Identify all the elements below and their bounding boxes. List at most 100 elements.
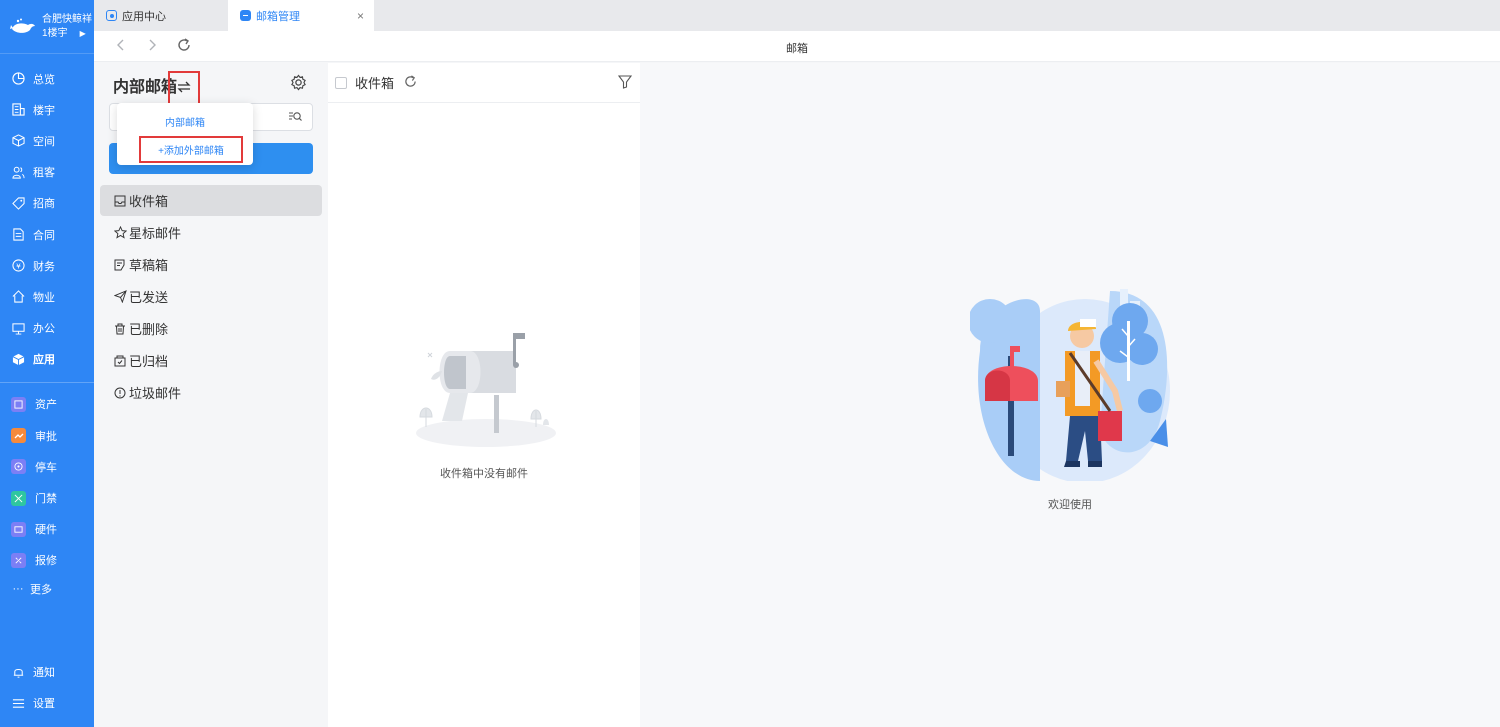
folder-inbox[interactable]: 收件箱 [100,185,322,216]
nav-item-finance[interactable]: ¥ 财务 [0,250,94,281]
nav-item-label: 招商 [33,198,55,211]
switch-mailbox-button[interactable] [168,71,200,106]
trash-icon [113,322,127,336]
bell-icon [11,665,25,679]
folder-label: 已删除 [129,322,169,337]
nav-item-label: 应用 [33,354,55,367]
nav-item-office[interactable]: 办公 [0,313,94,344]
more-icon: ··· [12,583,24,595]
nav-app-label: 资产 [35,399,57,412]
folder-label: 已归档 [129,354,169,369]
mailman-illustration [968,281,1175,484]
brand-building: 1楼宇 [42,27,68,39]
folder-label: 已发送 [129,290,169,305]
nav-item-notify[interactable]: 通知 [0,657,94,688]
menu-icon [11,696,25,710]
swap-icon [177,81,191,96]
dashboard-icon [11,72,25,86]
nav-item-label: 合同 [33,229,55,242]
nav-app-parking[interactable]: 停车 [0,451,94,482]
brand[interactable]: 合肥快鲸祥 1楼宇 ▶ [0,0,94,54]
select-all-checkbox[interactable] [335,76,347,89]
monitor-icon [11,321,25,335]
nav-app-approval[interactable]: 审批 [0,420,94,451]
nav-item-label: 通知 [33,667,55,680]
nav-item-settings[interactable]: 设置 [0,688,94,719]
tab-label: 邮箱管理 [256,10,300,23]
search-icon[interactable] [288,111,302,126]
inbox-icon [113,194,127,208]
hardware-icon [11,521,26,537]
nav-item-label: 办公 [33,323,55,336]
cube-icon [11,134,25,148]
tab-label: 应用中心 [122,10,166,23]
close-icon[interactable]: × [357,9,364,23]
filter-icon[interactable] [617,75,633,92]
nav-item-leasing[interactable]: 招商 [0,188,94,219]
caret-right-icon: ▶ [79,28,86,38]
coin-icon: ¥ [11,259,25,273]
nav-item-building[interactable]: 楼宇 [0,94,94,125]
mail-icon [240,10,251,21]
folder-spam[interactable]: 垃圾邮件 [100,377,322,408]
parking-icon [11,459,26,475]
nav-app-label: 报修 [35,555,57,568]
add-external-mailbox-button[interactable]: +添加外部邮箱 [139,136,243,163]
main-nav: 合肥快鲸祥 1楼宇 ▶ 总览 楼宇 空间 租客 招商 合同 ¥ 财务 物业 办公 应… [0,0,94,727]
mailbox-switch-dropdown: 内部邮箱 +添加外部邮箱 [117,103,253,165]
users-icon [11,165,25,179]
nav-item-label: 更多 [30,584,52,596]
list-header: 收件箱 [328,63,640,103]
access-icon [11,490,26,506]
gear-icon[interactable] [290,74,307,94]
tab-app-center[interactable]: 应用中心 [94,0,228,31]
folder-sent[interactable]: 已发送 [100,281,322,312]
tab-mail-management[interactable]: 邮箱管理 × [228,0,374,31]
folder-label: 收件箱 [129,194,169,209]
dropdown-item-internal[interactable]: 内部邮箱 [117,114,253,129]
nav-app-access[interactable]: 门禁 [0,482,94,513]
nav-item-apps[interactable]: 应用 [0,344,94,375]
spam-icon [113,386,127,400]
welcome-message: 欢迎使用 [1048,499,1092,511]
nav-item-tenant[interactable]: 租客 [0,157,94,188]
nav-item-property[interactable]: 物业 [0,281,94,312]
assets-icon [11,396,26,412]
folder-label: 垃圾邮件 [129,386,182,401]
draft-icon [113,258,127,272]
nav-item-label: 租客 [33,167,55,180]
nav-item-space[interactable]: 空间 [0,125,94,156]
mail-list-pane: 收件箱 收件箱中没有邮件 [328,63,640,727]
nav-item-label: 财务 [33,260,55,273]
tag-icon [11,196,25,210]
folder-starred[interactable]: 星标邮件 [100,217,322,248]
box-icon [11,352,25,366]
send-icon [113,290,127,304]
approval-icon [11,428,26,444]
empty-list-message: 收件箱中没有邮件 [440,468,528,480]
document-icon [11,228,25,242]
nav-item-label: 设置 [33,698,55,711]
nav-app-assets[interactable]: 资产 [0,389,94,420]
nav-app-repair[interactable]: 报修 [0,545,94,576]
nav-item-more[interactable]: ··· 更多 [0,576,94,602]
folder-deleted[interactable]: 已删除 [100,313,322,344]
nav-item-label: 楼宇 [33,104,55,117]
building-icon [11,103,25,117]
list-title: 收件箱 [355,76,395,91]
brand-name: 合肥快鲸祥 [42,13,92,25]
svg-text:¥: ¥ [16,262,21,271]
nav-item-label: 物业 [33,291,55,304]
refresh-icon[interactable] [404,74,417,91]
nav-app-label: 门禁 [35,493,57,506]
mail-reading-pane: 欢迎使用 [640,63,1500,727]
repair-icon [11,552,26,568]
whale-logo-icon [10,17,36,37]
folder-label: 草稿箱 [129,258,169,273]
nav-item-contract[interactable]: 合同 [0,219,94,250]
folder-drafts[interactable]: 草稿箱 [100,249,322,280]
nav-app-label: 硬件 [35,524,57,537]
nav-item-overview[interactable]: 总览 [0,63,94,94]
folder-archived[interactable]: 已归档 [100,345,322,376]
nav-app-hardware[interactable]: 硬件 [0,514,94,545]
